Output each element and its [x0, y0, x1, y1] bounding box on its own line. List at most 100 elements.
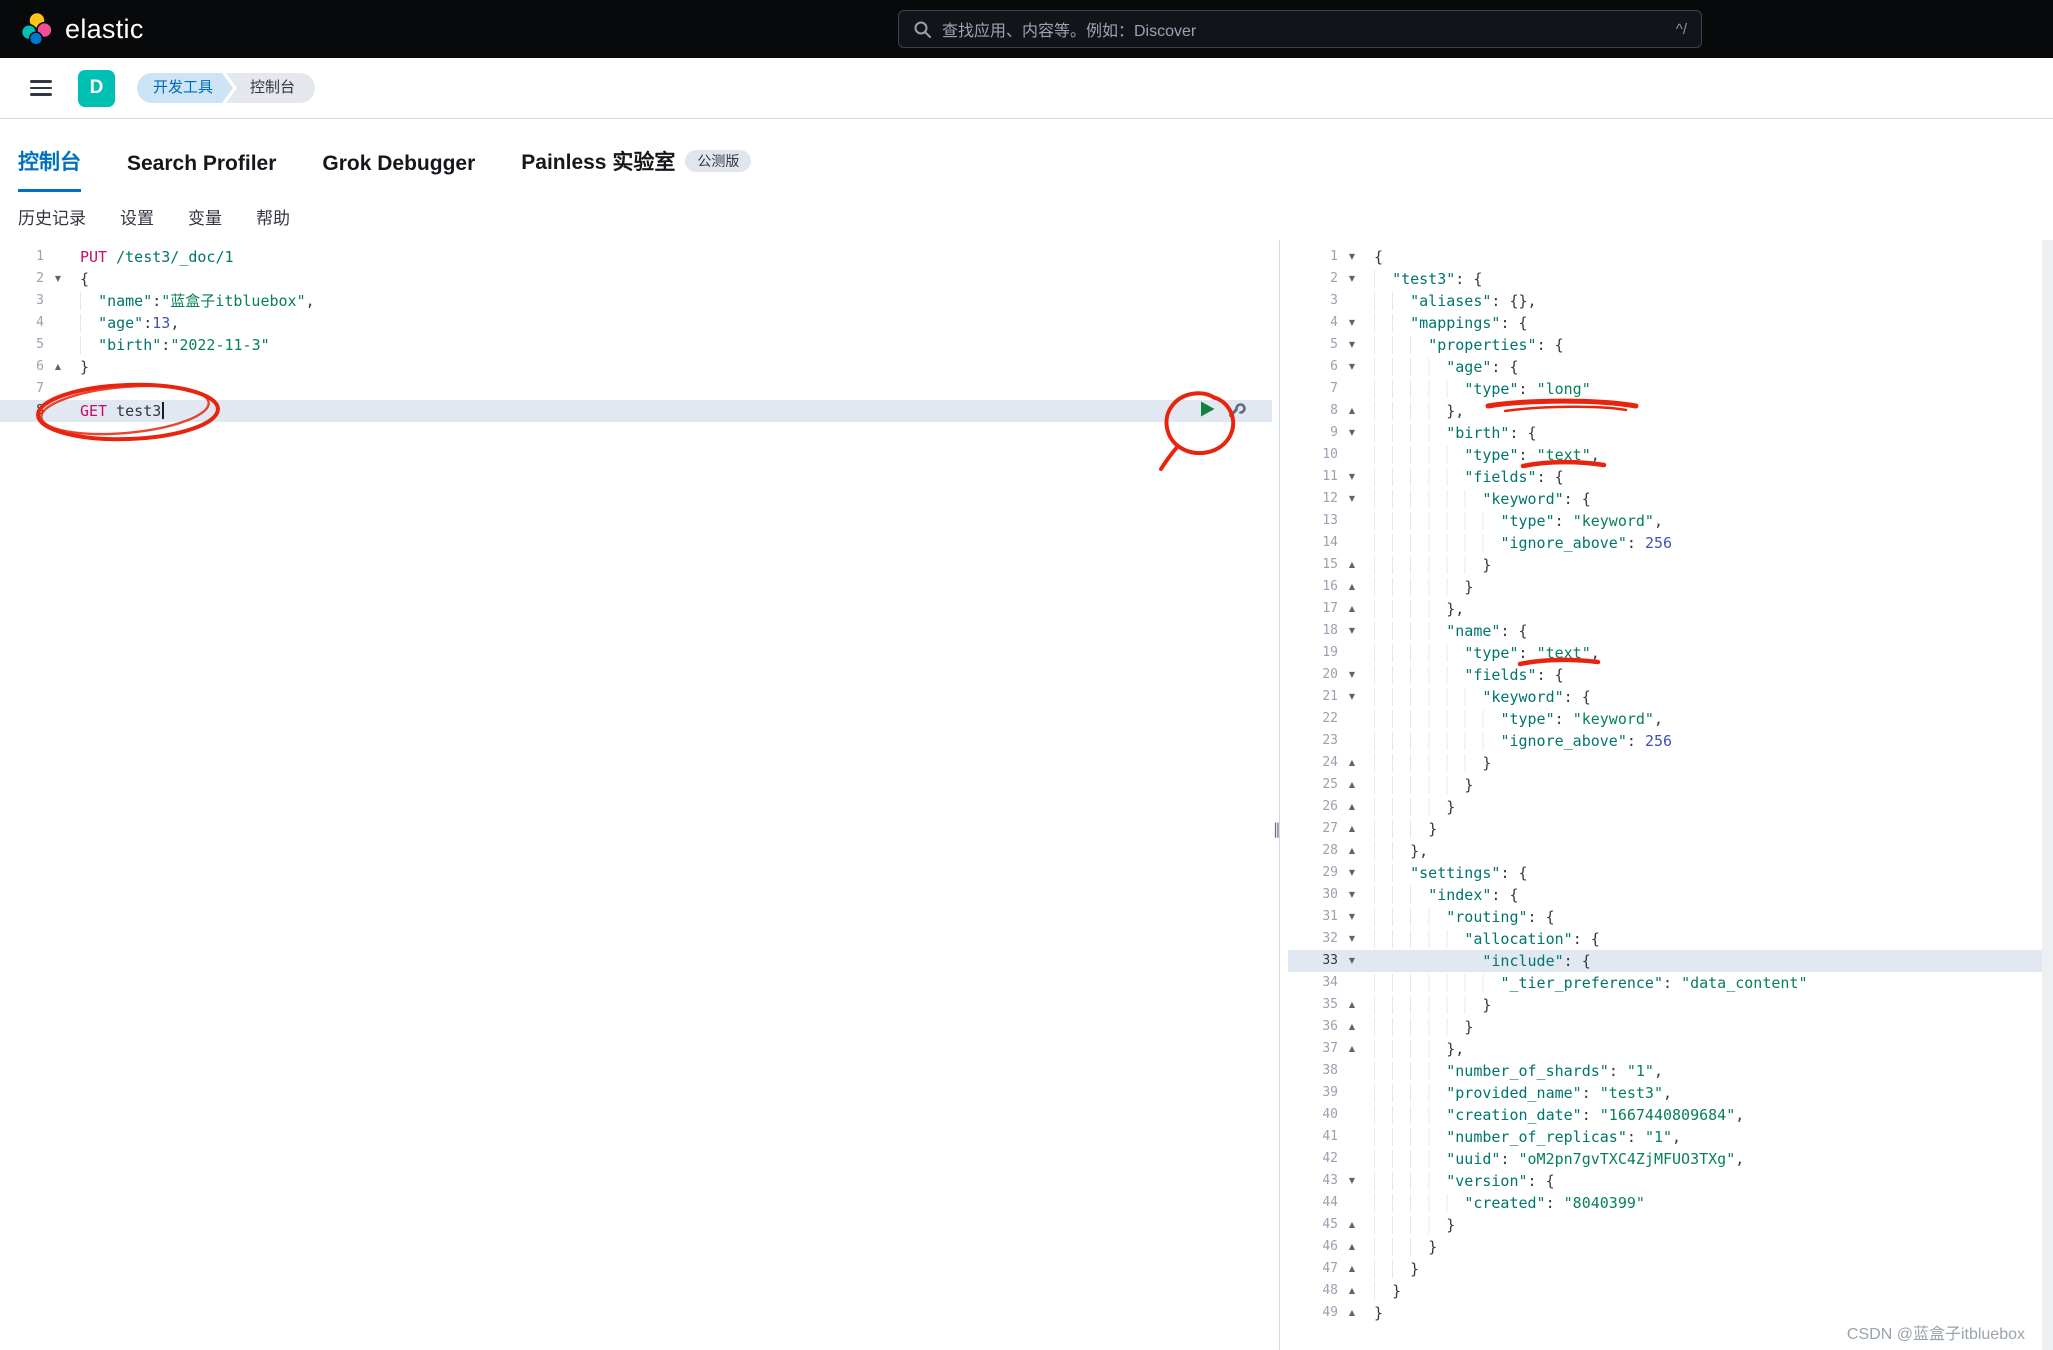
fold-open-icon[interactable]: ▼: [1342, 356, 1362, 378]
fold-open-icon[interactable]: ▼: [1342, 334, 1362, 356]
fold-open-icon[interactable]: ▼: [1342, 884, 1362, 906]
fold-close-icon[interactable]: ▲: [1342, 774, 1362, 796]
fold-close-icon[interactable]: ▲: [1342, 598, 1362, 620]
code-line[interactable]: 1▼{: [1288, 246, 2053, 268]
code-line[interactable]: 15▲ }: [1288, 554, 2053, 576]
code-line[interactable]: 25▲ }: [1288, 774, 2053, 796]
fold-open-icon[interactable]: ▼: [1342, 620, 1362, 642]
code-line[interactable]: 39 "provided_name": "test3",: [1288, 1082, 2053, 1104]
code-line[interactable]: 29▼ "settings": {: [1288, 862, 2053, 884]
fold-open-icon[interactable]: ▼: [1342, 312, 1362, 334]
code-line[interactable]: 35▲ }: [1288, 994, 2053, 1016]
fold-close-icon[interactable]: ▲: [1342, 1038, 1362, 1060]
code-line[interactable]: 5▼ "properties": {: [1288, 334, 2053, 356]
code-line[interactable]: 6▼ "age": {: [1288, 356, 2053, 378]
code-line[interactable]: 1PUT /test3/_doc/1: [0, 246, 1272, 268]
code-line[interactable]: 3 "name":"蓝盒子itbluebox",: [0, 290, 1272, 312]
code-line[interactable]: 6▲}: [0, 356, 1272, 378]
code-line[interactable]: 5 "birth":"2022-11-3": [0, 334, 1272, 356]
code-line[interactable]: 8▲ },: [1288, 400, 2053, 422]
menu-icon[interactable]: [30, 80, 52, 96]
fold-open-icon[interactable]: ▼: [1342, 466, 1362, 488]
fold-close-icon[interactable]: ▲: [1342, 554, 1362, 576]
code-line[interactable]: 40 "creation_date": "1667440809684",: [1288, 1104, 2053, 1126]
code-line[interactable]: 7: [0, 378, 1272, 400]
code-line[interactable]: 28▲ },: [1288, 840, 2053, 862]
code-line[interactable]: 45▲ }: [1288, 1214, 2053, 1236]
tab-grok-debugger[interactable]: Grok Debugger: [322, 152, 475, 192]
fold-open-icon[interactable]: ▼: [1342, 906, 1362, 928]
breadcrumb-dev-tools[interactable]: 开发工具: [137, 73, 233, 103]
code-line[interactable]: 12▼ "keyword": {: [1288, 488, 2053, 510]
fold-open-icon[interactable]: ▼: [1342, 862, 1362, 884]
tab-console[interactable]: 控制台: [18, 146, 81, 192]
space-avatar[interactable]: D: [78, 70, 115, 107]
code-line[interactable]: 36▲ }: [1288, 1016, 2053, 1038]
code-line[interactable]: 19 "type": "text",: [1288, 642, 2053, 664]
tab-search-profiler[interactable]: Search Profiler: [127, 152, 276, 192]
request-editor[interactable]: 1PUT /test3/_doc/12▼{3 "name":"蓝盒子itblue…: [0, 240, 1272, 1350]
code-line[interactable]: 41 "number_of_replicas": "1",: [1288, 1126, 2053, 1148]
fold-open-icon[interactable]: ▼: [1342, 1170, 1362, 1192]
wrench-icon[interactable]: [1226, 399, 1246, 419]
code-line[interactable]: 43▼ "version": {: [1288, 1170, 2053, 1192]
code-line[interactable]: 27▲ }: [1288, 818, 2053, 840]
code-line[interactable]: 44 "created": "8040399": [1288, 1192, 2053, 1214]
code-line[interactable]: 32▼ "allocation": {: [1288, 928, 2053, 950]
code-line[interactable]: 7 "type": "long": [1288, 378, 2053, 400]
fold-close-icon[interactable]: ▲: [1342, 796, 1362, 818]
code-line[interactable]: 2▼ "test3": {: [1288, 268, 2053, 290]
fold-close-icon[interactable]: ▲: [1342, 576, 1362, 598]
code-line[interactable]: 48▲ }: [1288, 1280, 2053, 1302]
menu-help[interactable]: 帮助: [256, 204, 290, 229]
code-line[interactable]: 47▲ }: [1288, 1258, 2053, 1280]
play-icon[interactable]: [1199, 400, 1216, 418]
tab-painless-lab[interactable]: Painless 实验室公测版: [521, 146, 751, 192]
code-line[interactable]: 18▼ "name": {: [1288, 620, 2053, 642]
code-line[interactable]: 3 "aliases": {},: [1288, 290, 2053, 312]
fold-open-icon[interactable]: ▼: [48, 268, 68, 290]
code-line[interactable]: 46▲ }: [1288, 1236, 2053, 1258]
fold-open-icon[interactable]: ▼: [1342, 950, 1362, 972]
code-line[interactable]: 14 "ignore_above": 256: [1288, 532, 2053, 554]
fold-close-icon[interactable]: ▲: [1342, 1236, 1362, 1258]
code-line[interactable]: 34 "_tier_preference": "data_content": [1288, 972, 2053, 994]
fold-open-icon[interactable]: ▼: [1342, 422, 1362, 444]
code-line[interactable]: 30▼ "index": {: [1288, 884, 2053, 906]
fold-close-icon[interactable]: ▲: [1342, 752, 1362, 774]
fold-close-icon[interactable]: ▲: [1342, 1214, 1362, 1236]
code-line[interactable]: 2▼{: [0, 268, 1272, 290]
code-line[interactable]: 37▲ },: [1288, 1038, 2053, 1060]
menu-settings[interactable]: 设置: [120, 204, 154, 229]
fold-open-icon[interactable]: ▼: [1342, 928, 1362, 950]
global-search-input[interactable]: 查找应用、内容等。例如：Discover ^/: [898, 10, 1702, 48]
fold-close-icon[interactable]: ▲: [1342, 818, 1362, 840]
fold-open-icon[interactable]: ▼: [1342, 246, 1362, 268]
response-scrollbar[interactable]: [2042, 240, 2053, 1350]
code-line[interactable]: 22 "type": "keyword",: [1288, 708, 2053, 730]
menu-variables[interactable]: 变量: [188, 204, 222, 229]
fold-open-icon[interactable]: ▼: [1342, 664, 1362, 686]
code-line[interactable]: 38 "number_of_shards": "1",: [1288, 1060, 2053, 1082]
code-line[interactable]: 17▲ },: [1288, 598, 2053, 620]
elastic-logo[interactable]: elastic: [20, 12, 144, 46]
panel-splitter[interactable]: ‖: [1272, 240, 1288, 1350]
fold-open-icon[interactable]: ▼: [1342, 488, 1362, 510]
breadcrumb-console[interactable]: 控制台: [226, 73, 315, 103]
code-line[interactable]: 26▲ }: [1288, 796, 2053, 818]
code-line[interactable]: 8GET test3: [0, 400, 1272, 422]
code-line[interactable]: 33▼ "include": {: [1288, 950, 2053, 972]
fold-close-icon[interactable]: ▲: [1342, 1016, 1362, 1038]
fold-close-icon[interactable]: ▲: [1342, 1302, 1362, 1324]
code-line[interactable]: 11▼ "fields": {: [1288, 466, 2053, 488]
fold-close-icon[interactable]: ▲: [48, 356, 68, 378]
code-line[interactable]: 24▲ }: [1288, 752, 2053, 774]
fold-close-icon[interactable]: ▲: [1342, 994, 1362, 1016]
code-line[interactable]: 42 "uuid": "oM2pn7gvTXC4ZjMFUO3TXg",: [1288, 1148, 2053, 1170]
code-line[interactable]: 31▼ "routing": {: [1288, 906, 2053, 928]
menu-history[interactable]: 历史记录: [18, 204, 86, 229]
code-line[interactable]: 16▲ }: [1288, 576, 2053, 598]
code-line[interactable]: 21▼ "keyword": {: [1288, 686, 2053, 708]
code-line[interactable]: 4 "age":13,: [0, 312, 1272, 334]
fold-close-icon[interactable]: ▲: [1342, 400, 1362, 422]
